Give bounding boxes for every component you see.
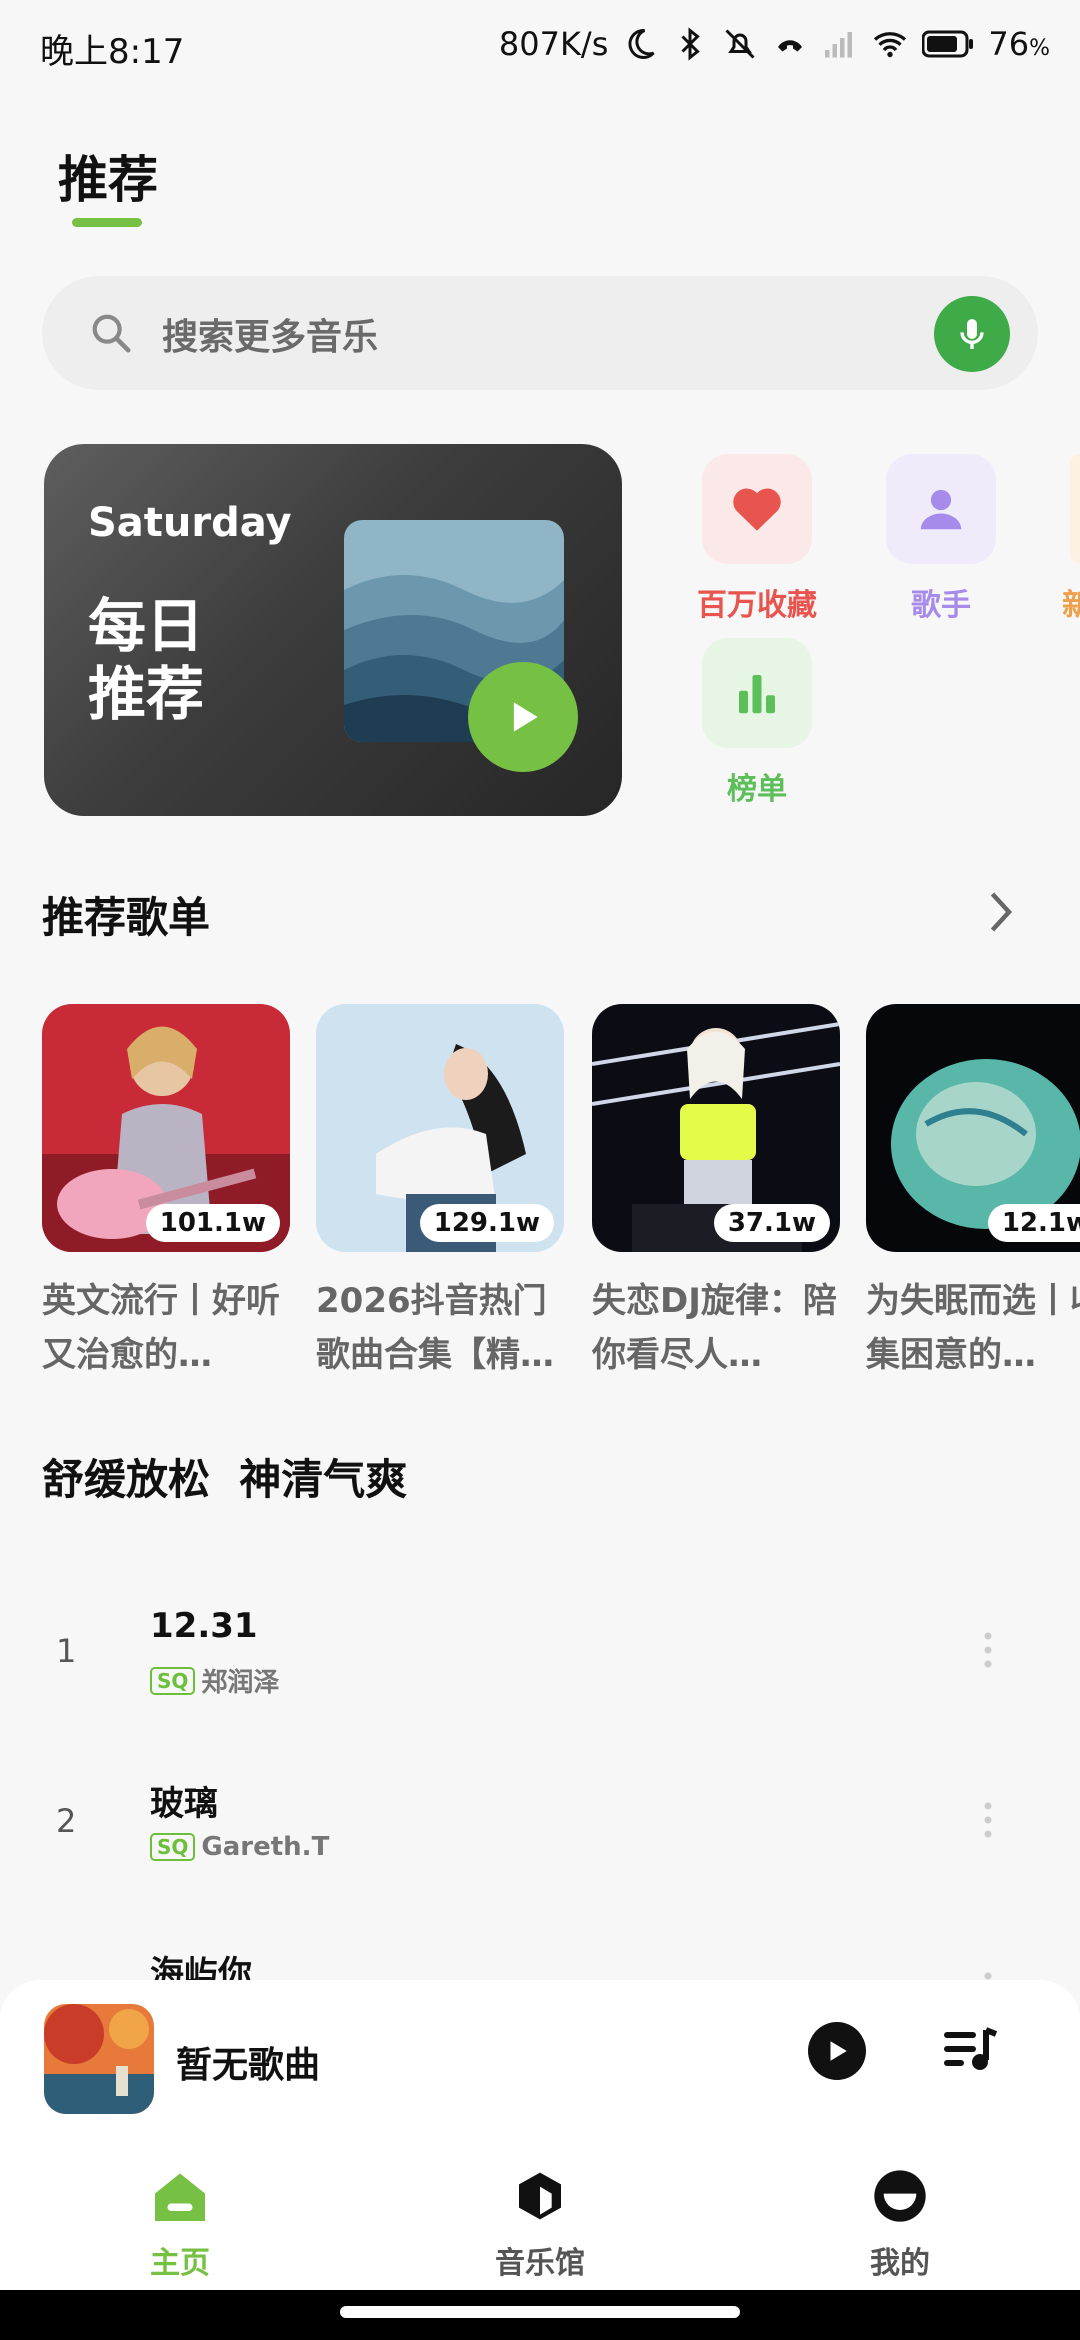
daily-play-button[interactable] (468, 662, 578, 772)
playlist-queue-icon[interactable] (940, 2024, 1000, 2076)
heart-icon (733, 488, 781, 531)
playlist-card[interactable]: 101.1w 英文流行丨好听又治愈的… (42, 1004, 290, 1382)
playlist-caption: 2026抖音热门歌曲合集【精… (316, 1281, 554, 1375)
chart-icon (739, 675, 775, 714)
battery-icon (922, 30, 974, 58)
song-title: 玻璃 (150, 1784, 218, 1824)
song-title: 海屿你 (150, 1954, 252, 1980)
wifi-icon (874, 32, 907, 58)
song-row[interactable]: 海屿你 (0, 1920, 1080, 1980)
tab-indicator (72, 218, 142, 227)
quick-link-label: 新 (1062, 588, 1080, 623)
status-time: 晚上8:17 (40, 32, 185, 72)
playlist-cover: 101.1w (42, 1004, 290, 1252)
song-row[interactable]: 1 12.31 SQ 郑润泽 (0, 1580, 1080, 1730)
playlist-cover: 37.1w (592, 1004, 840, 1252)
more-options-icon[interactable] (984, 1630, 992, 1670)
search-bar[interactable]: 搜索更多音乐 (42, 276, 1038, 390)
bottom-nav: 主页 音乐馆 我的 (0, 2140, 1080, 2290)
play-count: 37.1w (713, 1204, 830, 1242)
play-count: 129.1w (419, 1204, 554, 1242)
call-icon (778, 40, 803, 52)
person-icon-tile (886, 454, 996, 564)
search-icon (92, 314, 131, 353)
quick-link-label: 榜单 (727, 772, 787, 807)
play-count: 12.1w (987, 1204, 1080, 1242)
battery-level: 76% (988, 25, 1050, 63)
song-title: 12.31 (150, 1606, 258, 1646)
now-playing-cover (44, 2004, 154, 2114)
play-icon (830, 2041, 847, 2061)
voice-search-button[interactable] (934, 296, 1010, 372)
song-row[interactable]: 2 玻璃 SQ Gareth.T (0, 1750, 1080, 1900)
profile-icon (874, 2170, 926, 2222)
microphone-icon (960, 319, 984, 349)
player-play-button[interactable] (808, 2022, 866, 2080)
nav-mine-label: 我的 (870, 2246, 930, 2281)
playlist-card[interactable]: 37.1w 失恋DJ旋律：陪你看尽人… (592, 1004, 840, 1382)
playlist-caption: 为失眠而选丨收集困意的… (866, 1281, 1080, 1375)
song-meta: SQ 郑润泽 (150, 1662, 279, 1699)
section-title-playlists: 推荐歌单 (42, 893, 211, 942)
sq-badge: SQ (150, 1666, 196, 1695)
daily-recommend-card[interactable]: Saturday 每日 推荐 (44, 444, 622, 816)
section-title-relax: 舒缓放松 神清气爽 (42, 1455, 408, 1504)
signal-icon (825, 32, 853, 58)
play-count: 101.1w (145, 1204, 280, 1242)
home-indicator[interactable] (340, 2306, 740, 2318)
chevron-right-icon[interactable] (982, 888, 1018, 936)
status-right: 807K/s 76% (499, 22, 1050, 66)
chart-icon-tile (702, 638, 812, 748)
quick-link-charts[interactable] (702, 638, 812, 748)
network-speed: 807K/s (498, 25, 609, 63)
song-artist: 郑润泽 (201, 1668, 280, 1698)
search-placeholder: 搜索更多音乐 (162, 317, 379, 358)
home-icon (155, 2173, 205, 2221)
moon-icon (628, 28, 655, 59)
sq-badge: SQ (150, 1833, 196, 1861)
daily-title: 每日 推荐 (88, 592, 205, 728)
playlist-caption: 失恋DJ旋律：陪你看尽人… (592, 1281, 837, 1375)
tab-recommend[interactable]: 推荐 (58, 140, 158, 212)
new-icon-tile (1070, 454, 1080, 564)
playlist-card[interactable]: 12.1w 为失眠而选丨收集困意的… (866, 1004, 1080, 1382)
bluetooth-icon (681, 27, 701, 61)
nav-mine[interactable]: 我的 (810, 2168, 990, 2282)
person-icon (920, 489, 962, 530)
heart-icon-tile (702, 454, 812, 564)
playlist-card[interactable]: 129.1w 2026抖音热门歌曲合集【精… (316, 1004, 564, 1382)
nav-music-hall[interactable]: 音乐馆 (450, 2168, 630, 2282)
music-hall-icon (519, 2172, 561, 2220)
song-number: 1 (56, 1632, 77, 1670)
quick-link-favorites[interactable] (702, 454, 812, 564)
quick-link-label: 百万收藏 (697, 588, 817, 623)
play-icon (513, 702, 538, 732)
playlist-cover: 129.1w (316, 1004, 564, 1252)
playlist-cover: 12.1w (866, 1004, 1080, 1252)
quick-link-new[interactable] (1070, 454, 1080, 564)
more-options-icon[interactable] (984, 1800, 992, 1840)
status-bar: 晚上8:17 807K/s 76% (0, 0, 1080, 90)
nav-music-hall-label: 音乐馆 (495, 2246, 585, 2281)
song-meta: SQ Gareth.T (150, 1832, 329, 1862)
nav-home[interactable]: 主页 (90, 2168, 270, 2282)
quick-link-singers[interactable] (886, 454, 996, 564)
quick-link-label: 歌手 (911, 588, 971, 623)
playlist-caption: 英文流行丨好听又治愈的… (42, 1281, 280, 1375)
more-options-icon[interactable] (984, 1970, 992, 1980)
daily-day: Saturday (88, 500, 292, 546)
mute-bell-icon (725, 29, 755, 59)
now-playing-title: 暂无歌曲 (176, 2045, 321, 2086)
song-artist: Gareth.T (201, 1832, 330, 1862)
song-number: 2 (56, 1802, 77, 1840)
nav-home-label: 主页 (150, 2246, 210, 2281)
